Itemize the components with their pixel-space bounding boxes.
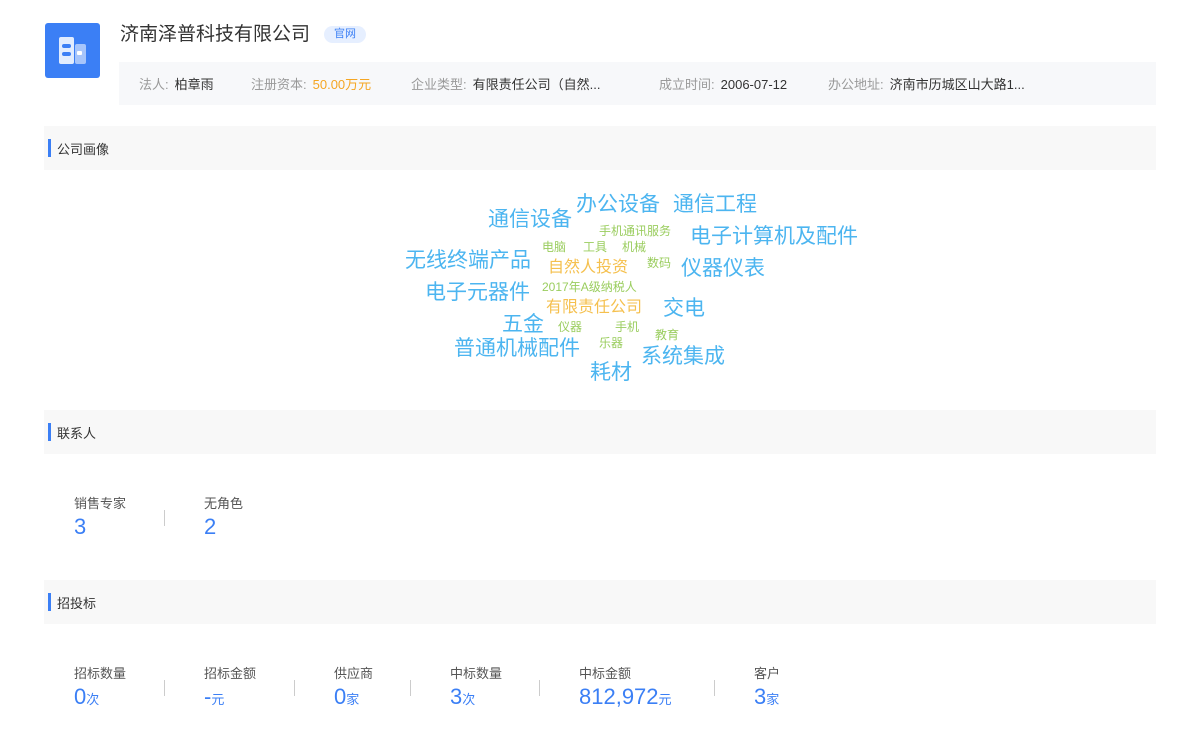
cloud-word[interactable]: 交电 [663,298,705,319]
stat-value: 3 [74,514,87,539]
stat-label: 中标金额 [579,666,632,681]
cloud-word[interactable]: 无线终端产品 [405,250,531,271]
section-accent [48,593,51,611]
contact-stat-no-role[interactable]: 无角色 2 [204,493,243,540]
stat-value: 0家 [334,684,373,710]
section-accent [48,423,51,441]
cloud-word[interactable]: 机械 [622,241,646,253]
section-accent [48,139,51,157]
bid-stat-tender-amount[interactable]: 招标金额 -元 [204,663,256,710]
cloud-word[interactable]: 工具 [583,241,607,253]
stat-unit: 元 [211,692,225,707]
bid-stat-suppliers[interactable]: 供应商 0家 [334,663,373,710]
bid-stat-win-amount[interactable]: 中标金额 812,972元 [579,663,672,710]
legal-person-key: 法人: [139,77,169,92]
legal-person: 法人: 柏章雨 [139,74,214,93]
cloud-word[interactable]: 手机 [615,321,639,333]
section-contacts: 联系人 [44,410,1156,454]
stat-number: 3 [450,684,463,709]
divider [410,680,411,696]
divider [164,510,165,526]
cloud-word[interactable]: 电子元器件 [425,282,530,303]
building-icon [59,37,86,64]
bid-stat-customers[interactable]: 客户 3家 [754,663,780,710]
divider [714,680,715,696]
divider [164,680,165,696]
registered-capital: 注册资本: 50.00万元 [251,74,371,93]
cloud-word[interactable]: 电脑 [542,241,566,253]
founded-date: 成立时间: 2006-07-12 [659,74,787,93]
company-logo [45,23,100,78]
stat-number: 3 [754,684,767,709]
section-title-contacts: 联系人 [57,426,97,441]
stat-number: 0 [74,684,87,709]
stat-value: 3家 [754,684,780,710]
capital-key: 注册资本: [251,77,307,92]
cloud-word[interactable]: 耗材 [590,362,632,383]
office-address: 办公地址: 济南市历城区山大路1... [828,74,1025,93]
stat-label: 无角色 [204,496,244,511]
cloud-word[interactable]: 电子计算机及配件 [690,226,858,247]
address-value: 济南市历城区山大路1... [889,77,1025,92]
cloud-word[interactable]: 自然人投资 [548,260,628,276]
founded-value: 2006-07-12 [720,77,788,92]
cloud-word[interactable]: 乐器 [599,337,623,349]
cloud-word[interactable]: 有限责任公司 [546,300,642,316]
stat-label: 中标数量 [450,666,503,681]
cloud-word[interactable]: 教育 [655,329,679,341]
cloud-word[interactable]: 仪器 [558,321,582,333]
cloud-word[interactable]: 办公设备 [576,194,660,215]
stat-unit: 次 [86,692,100,707]
section-portrait: 公司画像 [44,126,1156,170]
stat-unit: 元 [658,692,672,707]
cloud-word[interactable]: 数码 [647,257,671,269]
stat-label: 客户 [754,666,781,681]
stat-value: 2 [204,514,217,539]
stat-label: 招标数量 [74,666,127,681]
divider [539,680,540,696]
capital-value: 50.00万元 [312,77,372,92]
type-value: 有限责任公司（自然... [472,77,601,92]
company-name: 济南泽普科技有限公司 [120,24,311,45]
cloud-word[interactable]: 通信工程 [673,194,757,215]
stat-unit: 家 [766,692,780,707]
cloud-word[interactable]: 五金 [502,314,544,335]
legal-person-value[interactable]: 柏章雨 [175,77,214,92]
stat-label: 招标金额 [204,666,257,681]
cloud-word[interactable]: 通信设备 [488,209,572,230]
company-info-bar: 法人: 柏章雨 注册资本: 50.00万元 企业类型: 有限责任公司（自然... 成立… [119,62,1156,105]
stat-label: 供应商 [334,666,374,681]
stat-label: 销售专家 [74,496,127,511]
cloud-word[interactable]: 普通机械配件 [454,338,580,359]
founded-key: 成立时间: [659,77,715,92]
bid-stat-win-count[interactable]: 中标数量 3次 [450,663,502,710]
section-title-bidding: 招投标 [57,596,97,611]
official-site-tag[interactable]: 官网 [324,26,366,43]
cloud-word[interactable]: 2017年A级纳税人 [542,281,637,293]
cloud-word[interactable]: 手机通讯服务 [599,225,671,237]
stat-number: 0 [334,684,347,709]
type-key: 企业类型: [411,77,467,92]
stat-value: 3次 [450,684,502,710]
stat-unit: 家 [346,692,360,707]
company-type: 企业类型: 有限责任公司（自然... [411,74,600,93]
cloud-word[interactable]: 系统集成 [641,346,725,367]
stat-value: 0次 [74,684,126,710]
divider [294,680,295,696]
stat-value: -元 [204,684,256,710]
stat-value: 812,972元 [579,684,672,710]
section-title-portrait: 公司画像 [57,142,110,157]
cloud-word[interactable]: 仪器仪表 [681,258,765,279]
bid-stat-tender-count[interactable]: 招标数量 0次 [74,663,126,710]
contact-stat-sales[interactable]: 销售专家 3 [74,493,126,540]
stat-unit: 次 [462,692,476,707]
address-key: 办公地址: [828,77,884,92]
stat-number: 812,972 [579,684,659,709]
section-bidding: 招投标 [44,580,1156,624]
